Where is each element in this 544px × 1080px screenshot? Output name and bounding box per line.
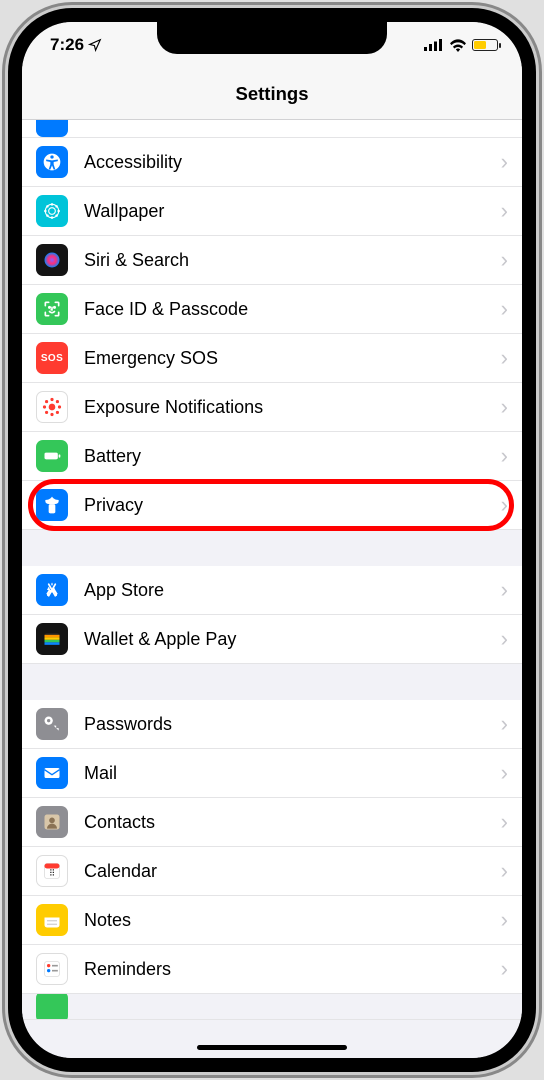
chevron-right-icon: › (501, 907, 508, 933)
mail-icon (36, 757, 68, 789)
row-notes[interactable]: Notes› (22, 896, 522, 945)
faceid-icon (36, 293, 68, 325)
row-wallet[interactable]: Wallet & Apple Pay› (22, 615, 522, 664)
row-label-faceid: Face ID & Passcode (84, 299, 501, 320)
row-sos[interactable]: SOS Emergency SOS› (22, 334, 522, 383)
chevron-right-icon: › (501, 858, 508, 884)
row-appstore[interactable]: App Store› (22, 566, 522, 615)
page-title: Settings (236, 83, 309, 105)
passwords-icon (36, 708, 68, 740)
row-label-accessibility: Accessibility (84, 152, 501, 173)
row-label-exposure: Exposure Notifications (84, 397, 501, 418)
calendar-icon: ⠿ (36, 855, 68, 887)
battery-icon (36, 440, 68, 472)
section-gap (22, 664, 522, 700)
reminders-icon (36, 953, 68, 985)
chevron-right-icon: › (501, 809, 508, 835)
row-label-appstore: App Store (84, 580, 501, 601)
row-passwords[interactable]: Passwords› (22, 700, 522, 749)
cellular-icon (424, 39, 444, 51)
section-gap (22, 530, 522, 566)
row-contacts[interactable]: Contacts› (22, 798, 522, 847)
row-label-privacy: Privacy (84, 495, 501, 516)
row-wallpaper[interactable]: Wallpaper› (22, 187, 522, 236)
chevron-right-icon: › (501, 711, 508, 737)
phone-frame: 7:26 Settings Accessibility›Wallpaper›Si… (8, 8, 536, 1072)
row-label-contacts: Contacts (84, 812, 501, 833)
row-battery[interactable]: Battery› (22, 432, 522, 481)
row-partial-bottom[interactable] (22, 994, 522, 1020)
row-label-reminders: Reminders (84, 959, 501, 980)
row-exposure[interactable]: Exposure Notifications› (22, 383, 522, 432)
appstore-icon (36, 574, 68, 606)
row-label-calendar: Calendar (84, 861, 501, 882)
chevron-right-icon: › (501, 443, 508, 469)
chevron-right-icon: › (501, 394, 508, 420)
accessibility-icon (36, 146, 68, 178)
wallpaper-icon (36, 195, 68, 227)
status-time: 7:26 (50, 35, 84, 55)
privacy-icon (36, 489, 68, 521)
wallet-icon (36, 623, 68, 655)
chevron-right-icon: › (501, 626, 508, 652)
row-faceid[interactable]: Face ID & Passcode› (22, 285, 522, 334)
chevron-right-icon: › (501, 577, 508, 603)
row-calendar[interactable]: ⠿ Calendar› (22, 847, 522, 896)
wifi-icon (449, 39, 467, 52)
location-icon (88, 38, 102, 52)
partial-icon (36, 120, 68, 137)
chevron-right-icon: › (501, 956, 508, 982)
row-label-notes: Notes (84, 910, 501, 931)
chevron-right-icon: › (501, 760, 508, 786)
row-label-mail: Mail (84, 763, 501, 784)
row-label-wallpaper: Wallpaper (84, 201, 501, 222)
chevron-right-icon: › (501, 149, 508, 175)
row-mail[interactable]: Mail› (22, 749, 522, 798)
row-label-sos: Emergency SOS (84, 348, 501, 369)
exposure-icon (36, 391, 68, 423)
row-privacy[interactable]: Privacy› (22, 481, 522, 530)
chevron-right-icon: › (501, 492, 508, 518)
row-reminders[interactable]: Reminders› (22, 945, 522, 994)
chevron-right-icon: › (501, 247, 508, 273)
sos-icon: SOS (36, 342, 68, 374)
siri-icon (36, 244, 68, 276)
chevron-right-icon: › (501, 296, 508, 322)
chevron-right-icon: › (501, 198, 508, 224)
row-accessibility[interactable]: Accessibility› (22, 138, 522, 187)
row-label-passwords: Passwords (84, 714, 501, 735)
notes-icon (36, 904, 68, 936)
nav-header: Settings (22, 68, 522, 120)
settings-list[interactable]: Accessibility›Wallpaper›Siri & Search›Fa… (22, 120, 522, 1058)
partial-bottom-icon (36, 994, 68, 1020)
contacts-icon (36, 806, 68, 838)
row-label-battery: Battery (84, 446, 501, 467)
notch (157, 22, 387, 54)
svg-text:⠿: ⠿ (49, 868, 55, 878)
home-indicator[interactable] (197, 1045, 347, 1050)
row-siri[interactable]: Siri & Search› (22, 236, 522, 285)
row-label-wallet: Wallet & Apple Pay (84, 629, 501, 650)
row-label-siri: Siri & Search (84, 250, 501, 271)
chevron-right-icon: › (501, 345, 508, 371)
battery-icon (472, 39, 498, 51)
